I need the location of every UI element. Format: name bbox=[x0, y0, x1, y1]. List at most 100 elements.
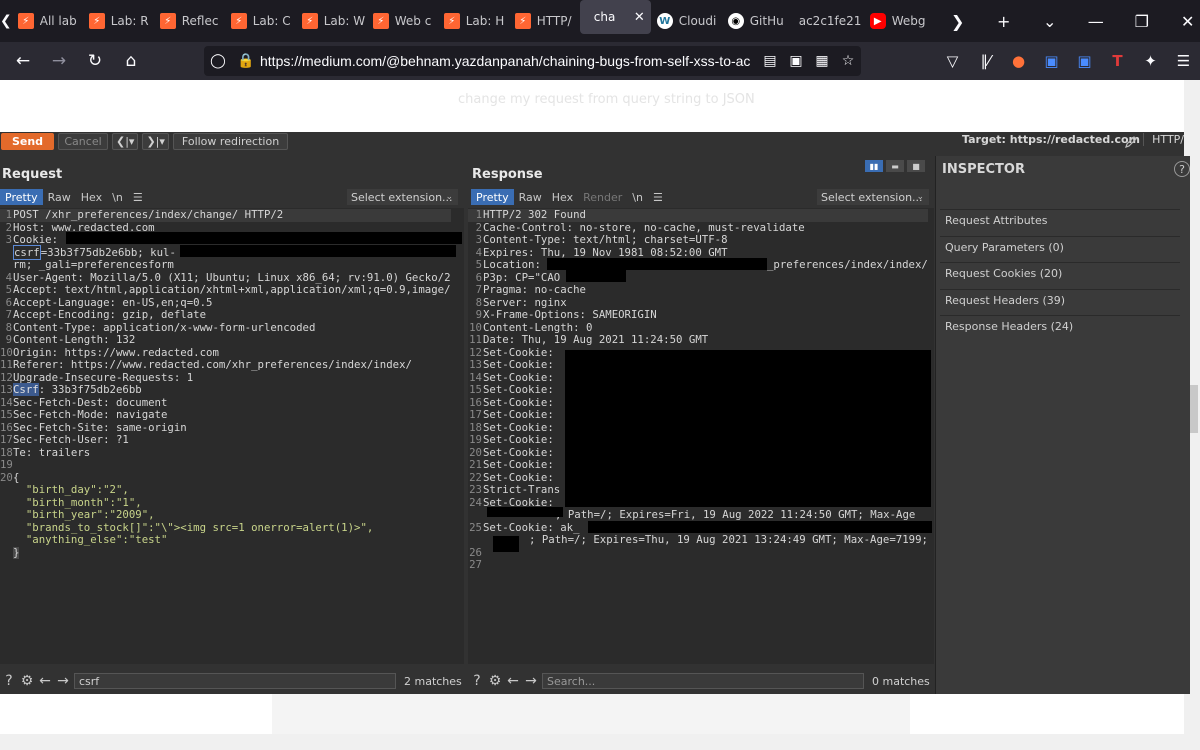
edit-target-icon[interactable] bbox=[1124, 135, 1138, 149]
view-tab-n[interactable]: \n bbox=[627, 189, 648, 205]
help-icon[interactable]: ? bbox=[468, 672, 486, 690]
browser-tab[interactable]: cha ✕ bbox=[579, 0, 651, 34]
extension-translate-icon[interactable]: ▣ bbox=[1035, 52, 1068, 70]
inspector-item[interactable]: Request Attributes bbox=[940, 209, 1180, 231]
help-icon[interactable]: ? bbox=[0, 672, 18, 690]
qr-code-icon[interactable]: ▦ bbox=[809, 53, 835, 69]
menu-icon[interactable]: ☰ bbox=[1167, 52, 1200, 70]
library-icon[interactable]: ∥⁄ bbox=[969, 52, 1002, 70]
cancel-button[interactable]: Cancel bbox=[58, 132, 108, 150]
inspector-item[interactable]: Query Parameters (0) bbox=[940, 235, 1180, 258]
browser-tab[interactable]: ⚡ All lab bbox=[12, 0, 83, 42]
view-tab-raw[interactable]: Raw bbox=[43, 189, 76, 205]
settings-gear-icon[interactable]: ⚙ bbox=[486, 672, 504, 690]
home-icon[interactable]: ⌂ bbox=[114, 46, 148, 76]
view-tab-hex[interactable]: Hex bbox=[76, 189, 107, 205]
browser-tab[interactable]: W Cloudi bbox=[651, 0, 722, 42]
search-next-icon[interactable]: → bbox=[54, 672, 72, 690]
view-menu-icon[interactable]: ☰ bbox=[128, 189, 148, 205]
extension-translate-alt-icon[interactable]: ▣ bbox=[1068, 52, 1101, 70]
tracking-shield-icon[interactable]: ◯ bbox=[204, 53, 232, 69]
tab-scroll-left-icon[interactable]: ❮ bbox=[0, 0, 12, 42]
lock-icon[interactable]: 🔒 bbox=[232, 53, 260, 69]
tab-label: ac2c1fe21 bbox=[798, 14, 862, 28]
view-tab-n[interactable]: \n bbox=[107, 189, 128, 205]
browser-tab[interactable]: ac2c1fe21 bbox=[793, 0, 864, 42]
lightning-icon: ⚡ bbox=[372, 13, 389, 29]
inspector-item[interactable]: Response Headers (24) bbox=[940, 315, 1180, 337]
view-tab-hex[interactable]: Hex bbox=[547, 189, 578, 205]
browser-tab[interactable]: ⚡ Lab: W bbox=[296, 0, 367, 42]
extension-toolbar: ▽ ∥⁄ ● ▣ ▣ T ✦ ☰ bbox=[936, 42, 1200, 80]
browser-tab[interactable]: ◉ GitHu bbox=[722, 0, 793, 42]
send-button[interactable]: Send bbox=[1, 132, 54, 150]
view-tab-raw[interactable]: Raw bbox=[514, 189, 547, 205]
tab-strip: ⚡ All lab ⚡ Lab: R ⚡ Reflec ⚡ Lab: C ⚡ Lab: W ⚡ Web… bbox=[12, 0, 935, 42]
request-select-extension[interactable]: Select extension... ⌄ bbox=[347, 189, 458, 205]
request-line: 11 Referer: https://www.redacted.com/xhr_… bbox=[0, 358, 451, 372]
minimize-icon[interactable]: — bbox=[1073, 0, 1119, 42]
url-text[interactable]: https://medium.com/@behnam.yazdanpanah/c… bbox=[260, 53, 750, 69]
back-icon[interactable]: ← bbox=[6, 46, 40, 76]
search-prev-icon[interactable]: ← bbox=[504, 672, 522, 690]
close-tab-icon[interactable]: ✕ bbox=[634, 10, 645, 25]
browser-tab[interactable]: ⚡ Reflec bbox=[154, 0, 225, 42]
inspector-help-icon[interactable]: ? bbox=[1174, 161, 1190, 177]
burp-toolbar: Send Cancel ❮|▾ ❯|▾ Follow redirection T… bbox=[0, 132, 1184, 150]
browser-tab[interactable]: ⚡ Lab: H bbox=[438, 0, 509, 42]
request-line-text: Sec-Fetch-User: ?1 bbox=[13, 433, 129, 446]
extension-fox-icon[interactable]: ● bbox=[1002, 52, 1035, 70]
split-vertical-icon[interactable]: ▬ bbox=[886, 160, 904, 172]
bookmark-star-icon[interactable]: ☆ bbox=[835, 53, 861, 69]
settings-gear-icon[interactable]: ⚙ bbox=[18, 672, 36, 690]
response-title: Response bbox=[472, 167, 543, 182]
wordpress-icon: W bbox=[656, 13, 673, 29]
browser-tab[interactable]: ⚡ Lab: R bbox=[83, 0, 154, 42]
close-window-icon[interactable]: ✕ bbox=[1165, 0, 1200, 42]
history-back-button[interactable]: ❮|▾ bbox=[112, 132, 139, 150]
inspector-item[interactable]: Request Headers (39) bbox=[940, 288, 1180, 311]
browser-tab[interactable]: ▶ Webg bbox=[864, 0, 935, 42]
pocket-icon[interactable]: ▽ bbox=[936, 52, 969, 70]
response-line-text: Set-Cookie: bbox=[483, 408, 554, 421]
tab-list-chevron-icon[interactable]: ⌄ bbox=[1027, 0, 1073, 42]
reader-view-icon[interactable]: ▤ bbox=[757, 53, 783, 69]
browser-tab[interactable]: ⚡ Web c bbox=[367, 0, 438, 42]
view-tab-pretty[interactable]: Pretty bbox=[471, 189, 514, 205]
line-number: 9 bbox=[5, 333, 12, 346]
browser-tab[interactable]: ⚡ HTTP/ bbox=[509, 0, 580, 42]
view-menu-icon[interactable]: ☰ bbox=[648, 189, 668, 205]
forward-icon[interactable]: → bbox=[42, 46, 76, 76]
new-tab-icon[interactable]: + bbox=[981, 0, 1027, 42]
follow-redirection-button[interactable]: Follow redirection bbox=[172, 132, 289, 150]
request-search-input[interactable]: csrf bbox=[74, 673, 396, 689]
reload-icon[interactable]: ↻ bbox=[78, 46, 112, 76]
tabbar-controls: ❯ + ⌄ — ❐ ✕ bbox=[935, 0, 1200, 42]
horizontal-scrollbar[interactable] bbox=[0, 734, 1200, 750]
browser-tab[interactable]: ⚡ Lab: C bbox=[225, 0, 296, 42]
line-number: 19 bbox=[0, 458, 13, 471]
line-number: 9 bbox=[475, 308, 482, 321]
search-prev-icon[interactable]: ← bbox=[36, 672, 54, 690]
split-horizontal-icon[interactable]: ▮▮ bbox=[865, 160, 883, 172]
tab-label: Webg bbox=[891, 14, 926, 28]
http-version-label[interactable]: HTTP/ bbox=[1143, 133, 1184, 146]
extension-t-icon[interactable]: T bbox=[1101, 52, 1134, 70]
restore-icon[interactable]: ❐ bbox=[1119, 0, 1165, 42]
search-next-icon[interactable]: → bbox=[522, 672, 540, 690]
response-select-extension[interactable]: Select extension... ⌄ bbox=[817, 189, 929, 205]
response-line-text: Set-Cookie: bbox=[483, 433, 554, 446]
history-forward-button[interactable]: ❯|▾ bbox=[142, 132, 169, 150]
extensions-puzzle-icon[interactable]: ✦ bbox=[1134, 52, 1167, 70]
tab-scroll-right-icon[interactable]: ❯ bbox=[935, 0, 981, 42]
view-tab-pretty[interactable]: Pretty bbox=[0, 189, 43, 205]
translate-icon[interactable]: ▣ bbox=[783, 53, 809, 69]
view-tab-render[interactable]: Render bbox=[578, 189, 627, 205]
request-editor[interactable]: 1 POST /xhr_preferences/index/change/ HTT… bbox=[0, 208, 464, 664]
url-bar[interactable]: ◯ 🔒 https://medium.com/@behnam.yazdanpan… bbox=[204, 46, 861, 76]
inspector-item[interactable]: Request Cookies (20) bbox=[940, 262, 1180, 284]
line-number: 1 bbox=[475, 208, 482, 221]
line-number bbox=[468, 509, 483, 522]
single-pane-icon[interactable]: ■ bbox=[907, 160, 925, 172]
response-search-input[interactable]: Search... bbox=[542, 673, 864, 689]
